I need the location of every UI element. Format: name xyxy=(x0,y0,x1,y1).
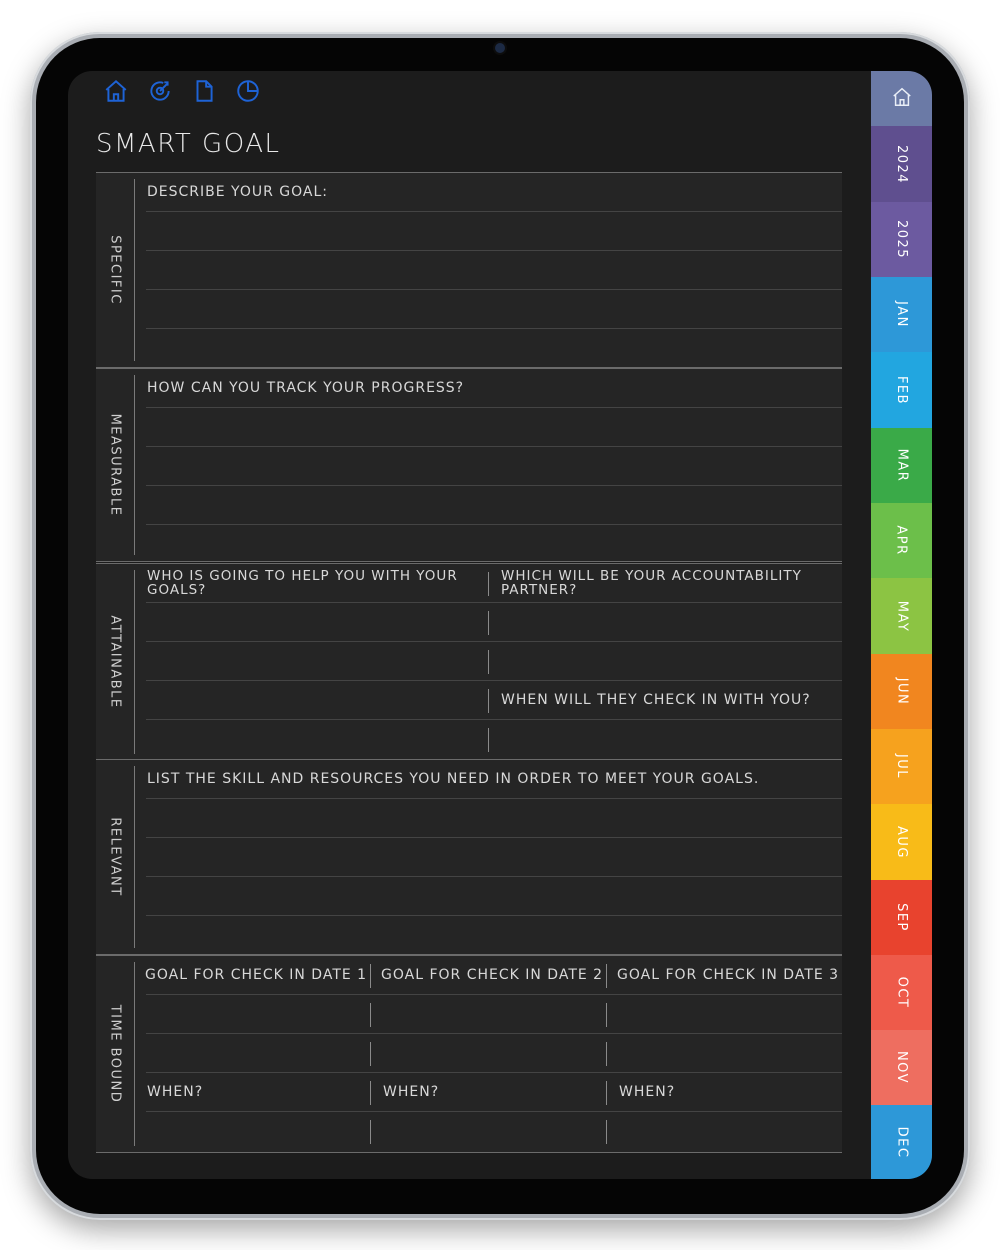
writing-line[interactable] xyxy=(146,876,842,916)
tab-mar[interactable]: MAR xyxy=(871,428,932,503)
tab-label: NOV xyxy=(894,1050,909,1085)
screen: SMART GOAL SPECIFIC DESCRIBE YOUR GOAL: … xyxy=(68,71,932,1179)
writing-line[interactable] xyxy=(146,250,842,290)
writing-line[interactable] xyxy=(146,602,842,642)
section-label: RELEVANT xyxy=(96,766,135,948)
tab-label: AUG xyxy=(893,825,909,859)
writing-line[interactable] xyxy=(146,1033,842,1073)
section-attainable: ATTAINABLE WHO IS GOING TO HELP YOU WITH… xyxy=(96,563,842,761)
writing-line[interactable] xyxy=(146,680,842,720)
column-divider xyxy=(370,1120,371,1144)
tab-feb[interactable]: FEB xyxy=(871,352,932,428)
writing-line[interactable] xyxy=(146,564,842,603)
writing-line[interactable] xyxy=(146,1072,842,1112)
column-divider xyxy=(370,1081,371,1105)
column-divider xyxy=(606,1003,607,1027)
tab-label: 2025 xyxy=(894,219,909,260)
writing-line[interactable] xyxy=(146,798,842,838)
column-divider xyxy=(488,611,489,635)
writing-line[interactable] xyxy=(146,760,842,799)
camera-icon xyxy=(495,43,505,53)
writing-line[interactable] xyxy=(146,211,842,251)
column-divider xyxy=(606,1081,607,1105)
side-tab-bar: 2024 2025 JAN FEB MAR APR MAY JUN JUL AUG SEP OCT NO… xyxy=(871,71,932,1179)
column-divider xyxy=(606,1120,607,1144)
tab-label: JUL xyxy=(894,753,909,780)
home-icon xyxy=(891,86,913,112)
tab-label: JUN xyxy=(893,677,909,706)
tab-oct[interactable]: OCT xyxy=(871,955,932,1030)
tab-home[interactable] xyxy=(871,71,932,126)
writing-line[interactable] xyxy=(146,446,842,486)
writing-line[interactable] xyxy=(146,994,842,1034)
section-time-bound: TIME BOUND GOAL FOR CHECK IN DATE 1 GOAL… xyxy=(96,955,842,1153)
column-divider xyxy=(488,689,489,713)
section-relevant: RELEVANT LIST THE SKILL AND RESOURCES YO… xyxy=(96,759,842,955)
column-divider xyxy=(606,964,607,988)
tab-label: FEB xyxy=(894,375,909,405)
tab-label: OCT xyxy=(893,976,909,1009)
tab-nov[interactable]: NOV xyxy=(871,1030,932,1105)
tab-2024[interactable]: 2024 xyxy=(871,126,932,202)
column-divider xyxy=(370,964,371,988)
tab-2025[interactable]: 2025 xyxy=(871,202,932,277)
tab-sep[interactable]: SEP xyxy=(871,880,932,955)
writing-line[interactable] xyxy=(146,173,842,212)
writing-line[interactable] xyxy=(146,837,842,877)
section-measurable: MEASURABLE HOW CAN YOU TRACK YOUR PROGRE… xyxy=(96,368,842,562)
refresh-target-icon[interactable] xyxy=(146,77,174,105)
tab-label: JAN xyxy=(893,301,909,328)
page-title: SMART GOAL xyxy=(96,129,281,159)
pie-chart-icon[interactable] xyxy=(234,77,262,105)
writing-line[interactable] xyxy=(146,407,842,447)
section-label: MEASURABLE xyxy=(96,375,135,555)
tab-dec[interactable]: DEC xyxy=(871,1105,932,1179)
column-divider xyxy=(488,572,489,596)
column-divider xyxy=(488,650,489,674)
section-label: SPECIFIC xyxy=(96,179,135,361)
document-icon[interactable] xyxy=(190,77,218,105)
column-divider xyxy=(370,1042,371,1066)
tab-label: APR xyxy=(893,525,909,556)
tab-label: DEC xyxy=(894,1126,909,1158)
home-icon[interactable] xyxy=(102,77,130,105)
section-label: TIME BOUND xyxy=(96,962,135,1146)
tab-jan[interactable]: JAN xyxy=(871,277,932,352)
tab-label: MAR xyxy=(894,448,909,483)
writing-line[interactable] xyxy=(146,641,842,681)
writing-line[interactable] xyxy=(146,956,842,995)
top-nav xyxy=(102,77,262,105)
tab-label: SEP xyxy=(894,903,909,932)
tab-apr[interactable]: APR xyxy=(871,503,932,578)
tab-aug[interactable]: AUG xyxy=(871,804,932,880)
tab-may[interactable]: MAY xyxy=(871,578,932,654)
column-divider xyxy=(370,1003,371,1027)
writing-line[interactable] xyxy=(146,289,842,329)
section-label: ATTAINABLE xyxy=(96,570,135,754)
writing-line[interactable] xyxy=(146,485,842,525)
column-divider xyxy=(488,728,489,752)
tab-label: 2024 xyxy=(894,144,909,184)
tab-jun[interactable]: JUN xyxy=(871,654,932,729)
tab-label: MAY xyxy=(893,600,909,632)
tab-jul[interactable]: JUL xyxy=(871,729,932,804)
writing-line[interactable] xyxy=(146,369,842,408)
column-divider xyxy=(606,1042,607,1066)
section-specific: SPECIFIC DESCRIBE YOUR GOAL: xyxy=(96,172,842,368)
